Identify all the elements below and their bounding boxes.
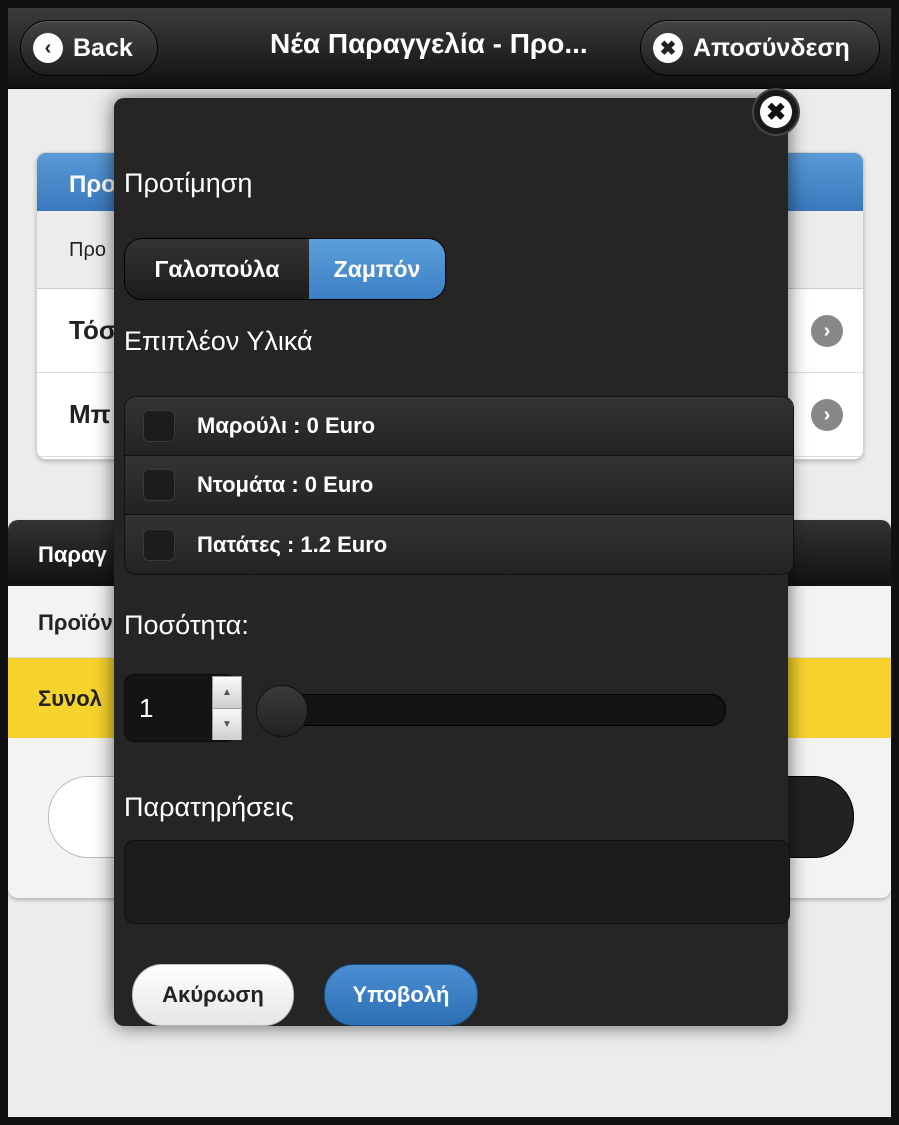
extras-checkbox-list: Μαρούλι : 0 Euro Ντομάτα : 0 Euro Πατάτε… xyxy=(124,396,794,575)
chevron-right-icon: › xyxy=(811,399,843,431)
logout-button[interactable]: ✖ Αποσύνδεση xyxy=(640,20,880,76)
extras-label: Επιπλέον Υλικά xyxy=(124,326,313,356)
stepper-up-icon[interactable]: ▲ xyxy=(213,677,241,709)
list-item-label: Τόσ xyxy=(69,315,117,345)
checkbox[interactable] xyxy=(143,410,175,442)
dialog-close-button[interactable]: ✖ xyxy=(752,88,800,136)
checkbox[interactable] xyxy=(143,528,175,561)
chevron-left-icon: ‹ xyxy=(33,33,63,63)
preference-option-turkey[interactable]: Γαλοπούλα xyxy=(125,239,309,299)
preference-label: Προτίμηση xyxy=(124,168,253,198)
extra-option-label: Ντομάτα : 0 Euro xyxy=(197,472,374,497)
submit-button[interactable]: Υποβολή xyxy=(324,964,478,1026)
product-options-dialog: Προτίμηση Γαλοπούλα Ζαμπόν Επιπλέον Υλικ… xyxy=(114,98,794,1026)
quantity-label: Ποσότητα: xyxy=(124,610,249,640)
list-item-label: Μπ xyxy=(69,399,111,429)
stepper-down-icon[interactable]: ▼ xyxy=(213,709,241,740)
quantity-slider-handle[interactable] xyxy=(256,685,308,737)
quantity-stepper[interactable]: ▲ ▼ xyxy=(212,676,242,740)
close-icon: ✖ xyxy=(760,96,792,128)
notes-textarea[interactable] xyxy=(124,840,790,924)
chevron-right-icon: › xyxy=(811,315,843,347)
preference-option-ham[interactable]: Ζαμπόν xyxy=(309,239,445,299)
extra-option-tomato[interactable]: Ντομάτα : 0 Euro xyxy=(125,456,793,515)
extra-option-label: Μαρούλι : 0 Euro xyxy=(197,413,376,438)
close-icon: ✖ xyxy=(653,33,683,63)
back-button-label: Back xyxy=(73,33,133,62)
extra-option-lettuce[interactable]: Μαρούλι : 0 Euro xyxy=(125,397,793,456)
quantity-slider[interactable] xyxy=(258,694,726,726)
header-bar: ‹ Back Νέα Παραγγελία - Προ... ✖ Αποσύνδ… xyxy=(8,8,891,89)
extra-option-potatoes[interactable]: Πατάτες : 1.2 Euro xyxy=(125,515,793,574)
page-title: Νέα Παραγγελία - Προ... xyxy=(270,28,588,59)
logout-button-label: Αποσύνδεση xyxy=(693,33,850,62)
extra-option-label: Πατάτες : 1.2 Euro xyxy=(197,531,388,557)
back-button[interactable]: ‹ Back xyxy=(20,20,158,76)
preference-segmented-control: Γαλοπούλα Ζαμπόν xyxy=(124,238,446,300)
checkbox[interactable] xyxy=(143,469,175,501)
app-frame: ‹ Back Νέα Παραγγελία - Προ... ✖ Αποσύνδ… xyxy=(8,8,891,1117)
cancel-button[interactable]: Ακύρωση xyxy=(132,964,294,1026)
notes-label: Παρατηρήσεις xyxy=(124,792,294,822)
